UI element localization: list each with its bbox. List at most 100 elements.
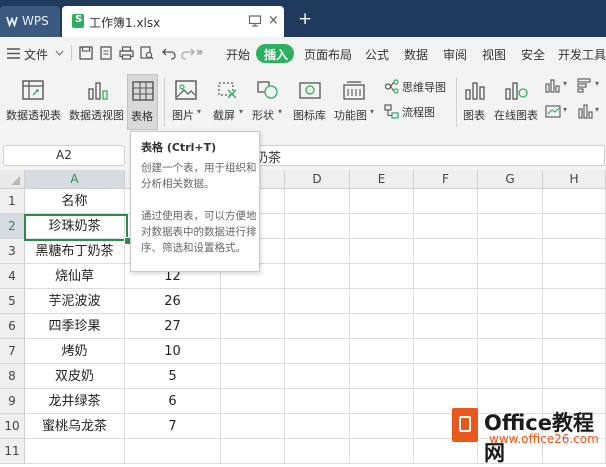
row-header[interactable]: 7: [0, 339, 25, 364]
cell-e2[interactable]: [350, 214, 414, 239]
file-menu[interactable]: 文件: [24, 46, 48, 63]
cell-g1[interactable]: [478, 189, 543, 214]
more-quick-tools-icon[interactable]: »: [196, 45, 203, 59]
cell-d8[interactable]: [285, 364, 350, 389]
cell-c9[interactable]: [221, 389, 285, 414]
cell-d1[interactable]: [285, 189, 350, 214]
dropdown-arrow-icon[interactable]: ▾: [370, 107, 374, 116]
new-tab-button[interactable]: +: [298, 9, 312, 29]
menu-security[interactable]: 安全: [521, 46, 545, 63]
row-header[interactable]: 10: [0, 414, 25, 439]
row-header[interactable]: 9: [0, 389, 25, 414]
menu-home[interactable]: 开始: [226, 46, 250, 63]
cell-e5[interactable]: [350, 289, 414, 314]
cell-d11[interactable]: [285, 439, 350, 464]
cell-b7[interactable]: 10: [125, 339, 221, 364]
cell-g8[interactable]: [478, 364, 543, 389]
row-header[interactable]: 2: [0, 214, 25, 239]
cell-a11[interactable]: [25, 439, 125, 464]
cell-d2[interactable]: [285, 214, 350, 239]
cell-f6[interactable]: [414, 314, 478, 339]
redo-icon[interactable]: [181, 46, 195, 60]
cell-h2[interactable]: [543, 214, 606, 239]
row-header[interactable]: 3: [0, 239, 25, 264]
dropdown-arrow-icon[interactable]: ▾: [595, 105, 599, 114]
menu-page-layout[interactable]: 页面布局: [304, 46, 352, 63]
online-chart-button[interactable]: 在线图表: [492, 69, 540, 137]
horizontal-bar-chart-icon[interactable]: [577, 78, 593, 93]
menu-insert[interactable]: 插入: [264, 46, 288, 63]
cell-b5[interactable]: 26: [125, 289, 221, 314]
cell-f8[interactable]: [414, 364, 478, 389]
column-header-g[interactable]: G: [478, 170, 543, 189]
chevron-down-icon[interactable]: [55, 50, 64, 56]
document-tab[interactable]: S 工作簿1.xlsx ×: [62, 6, 284, 37]
wps-home-tab[interactable]: WPS: [0, 6, 60, 37]
dropdown-arrow-icon[interactable]: ▾: [563, 105, 567, 114]
line-chart-icon[interactable]: [545, 104, 561, 119]
cell-f11[interactable]: [414, 439, 478, 464]
cell-f1[interactable]: [414, 189, 478, 214]
print-preview-icon[interactable]: [140, 46, 154, 60]
hamburger-menu-icon[interactable]: [7, 48, 20, 59]
cell-c6[interactable]: [221, 314, 285, 339]
save-icon[interactable]: [79, 46, 93, 60]
export-pdf-icon[interactable]: [99, 46, 113, 60]
cell-b6[interactable]: 27: [125, 314, 221, 339]
table-button[interactable]: 表格: [127, 74, 158, 130]
column-header-e[interactable]: E: [350, 170, 414, 189]
cell-e8[interactable]: [350, 364, 414, 389]
cell-c11[interactable]: [221, 439, 285, 464]
cell-d6[interactable]: [285, 314, 350, 339]
column-header-f[interactable]: F: [414, 170, 478, 189]
cell-d5[interactable]: [285, 289, 350, 314]
dropdown-arrow-icon[interactable]: ▾: [197, 107, 201, 116]
cell-f3[interactable]: [414, 239, 478, 264]
cell-e10[interactable]: [350, 414, 414, 439]
cell-d7[interactable]: [285, 339, 350, 364]
cell-d4[interactable]: [285, 264, 350, 289]
cell-g6[interactable]: [478, 314, 543, 339]
row-header[interactable]: 4: [0, 264, 25, 289]
menu-view[interactable]: 视图: [482, 46, 506, 63]
row-header[interactable]: 6: [0, 314, 25, 339]
cell-g7[interactable]: [478, 339, 543, 364]
cell-h8[interactable]: [543, 364, 606, 389]
bar-chart-icon[interactable]: [545, 78, 561, 93]
menu-formula[interactable]: 公式: [365, 46, 389, 63]
cell-c7[interactable]: [221, 339, 285, 364]
picture-button[interactable]: 图片 ▾: [170, 69, 206, 137]
cell-h5[interactable]: [543, 289, 606, 314]
dropdown-arrow-icon[interactable]: ▾: [595, 79, 599, 88]
cell-e3[interactable]: [350, 239, 414, 264]
cell-h7[interactable]: [543, 339, 606, 364]
pivot-chart-button[interactable]: 数据透视图: [66, 69, 126, 137]
cell-e6[interactable]: [350, 314, 414, 339]
cell-e1[interactable]: [350, 189, 414, 214]
cell-e4[interactable]: [350, 264, 414, 289]
cell-b8[interactable]: 5: [125, 364, 221, 389]
cell-a8[interactable]: 双皮奶: [25, 364, 125, 389]
cell-c10[interactable]: [221, 414, 285, 439]
undo-icon[interactable]: [162, 46, 176, 60]
print-icon[interactable]: [119, 46, 134, 60]
column-chart-icon[interactable]: [577, 104, 593, 119]
cell-c5[interactable]: [221, 289, 285, 314]
menu-developer[interactable]: 开发工具: [558, 46, 606, 63]
cell-a4[interactable]: 烧仙草: [25, 264, 125, 289]
cell-h1[interactable]: [543, 189, 606, 214]
cell-e11[interactable]: [350, 439, 414, 464]
screenshot-button[interactable]: 截屏 ▾: [210, 69, 248, 137]
monitor-icon[interactable]: [248, 14, 262, 28]
mind-map-button[interactable]: 思维导图: [384, 78, 454, 96]
column-header-a[interactable]: A: [25, 170, 125, 189]
menu-review[interactable]: 审阅: [443, 46, 467, 63]
cell-a6[interactable]: 四季珍果: [25, 314, 125, 339]
close-tab-icon[interactable]: ×: [268, 13, 279, 28]
cell-a1[interactable]: 名称: [25, 189, 125, 214]
dropdown-arrow-icon[interactable]: ▾: [278, 107, 282, 116]
cell-d9[interactable]: [285, 389, 350, 414]
cell-f4[interactable]: [414, 264, 478, 289]
name-box[interactable]: A2: [3, 145, 125, 166]
row-header[interactable]: 1: [0, 189, 25, 214]
